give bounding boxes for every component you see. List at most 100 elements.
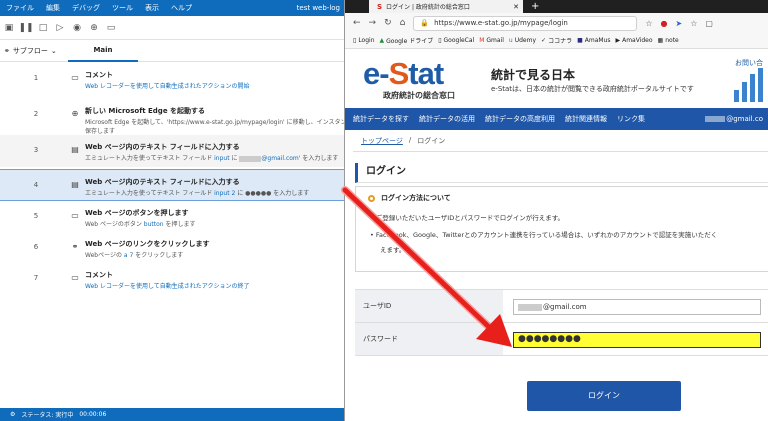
action-step-selected[interactable]: 4 ▤ Web ページ内のテキスト フィールドに入力する エミュレート入力を使っ… xyxy=(0,169,344,201)
login-button[interactable]: ログイン xyxy=(527,381,681,411)
menu-file[interactable]: ファイル xyxy=(0,3,40,13)
home-icon[interactable]: ⌂ xyxy=(400,18,406,28)
edge-browser-window: S ログイン | 政府統計の総合窓口 ✕ + ← → ↻ ⌂ 🔒 https:/… xyxy=(344,0,768,421)
bookmark-gmail[interactable]: M Gmail xyxy=(479,37,504,44)
step-number: 2 xyxy=(33,110,39,118)
info-bullet-1: • ご登録いただいたユーザIDとパスワードでログインが行えます。 xyxy=(370,214,565,222)
save-icon[interactable]: ▣ xyxy=(4,23,14,33)
subflow-dropdown[interactable]: ⚭ サブフロー ⌄ xyxy=(0,46,66,56)
password-field[interactable]: ●●●●●●●● xyxy=(513,332,761,348)
breadcrumb-separator: / xyxy=(408,136,412,144)
stop-icon[interactable]: □ xyxy=(38,23,48,33)
extension-icon[interactable]: ➤ xyxy=(676,19,683,28)
menu-tools[interactable]: ツール xyxy=(106,3,139,13)
status-bar: ⚙ ステータス: 実行中 00:00:06 xyxy=(0,408,344,421)
step-title: コメント xyxy=(85,71,113,79)
favorites-icon[interactable]: ☆ xyxy=(690,19,697,28)
nav-item-search-data[interactable]: 統計データを探す xyxy=(353,114,409,124)
textfield-icon: ▤ xyxy=(71,180,79,189)
collections-icon[interactable]: ▢ xyxy=(705,19,713,28)
subflow-label: サブフロー xyxy=(12,46,48,55)
pause-icon[interactable]: ❚❚ xyxy=(18,23,33,33)
forward-icon[interactable]: → xyxy=(369,18,377,28)
contact-link[interactable]: お問い合 xyxy=(735,58,763,68)
nav-item-related[interactable]: 統計関連情報 xyxy=(565,114,607,124)
bookmark-amavideo[interactable]: ▶ AmaVideo xyxy=(615,37,652,44)
bookmark-udemy[interactable]: u Udemy xyxy=(509,37,536,44)
bookmark-coconala[interactable]: ✓ ココナラ xyxy=(541,36,572,45)
step-icon[interactable]: ▷ xyxy=(55,23,65,33)
step-title: Web ページのボタンを押します xyxy=(85,209,189,217)
nav-user-account[interactable]: @gmail.co xyxy=(705,115,768,123)
comment-icon: ▭ xyxy=(71,73,79,82)
menu-view[interactable]: 表示 xyxy=(139,3,165,13)
tab-main[interactable]: Main xyxy=(68,40,138,62)
breadcrumb: トップページ / ログイン xyxy=(361,136,445,146)
action-step[interactable]: 7 ▭ コメント Web レコーダーを使用して自動生成されたアクションの終了 xyxy=(0,263,344,295)
estat-logo[interactable]: e-Stat 政府統計の総合窓口 xyxy=(363,58,473,104)
bookmark-amamus[interactable]: ■ AmaMus xyxy=(577,37,610,44)
action-step[interactable]: 5 ▭ Web ページのボタンを押します Web ページのボタン button … xyxy=(0,201,344,233)
coconala-icon: ✓ xyxy=(541,37,547,44)
gmail-icon: M xyxy=(479,37,485,44)
power-automate-window: ファイル 編集 デバッグ ツール 表示 ヘルプ test web-log ▣ ❚… xyxy=(0,0,359,421)
bookmark-google-drive[interactable]: ▲ Google ドライブ xyxy=(380,36,434,45)
step-number: 4 xyxy=(33,181,39,189)
action-step[interactable]: 6 ⚭ Web ページのリンクをクリックします Webページの a 7 をクリッ… xyxy=(0,232,344,264)
nav-item-advanced[interactable]: 統計データの高度利用 xyxy=(485,114,555,124)
nav-item-use-data[interactable]: 統計データの活用 xyxy=(419,114,475,124)
circle-bullet-icon xyxy=(368,194,375,202)
bookmark-login[interactable]: ▯ Login xyxy=(353,37,375,44)
step-description-cont: 保存します xyxy=(85,128,116,135)
nav-item-links[interactable]: リンク集 xyxy=(617,114,645,124)
pinterest-icon[interactable]: ● xyxy=(661,19,668,28)
comment-icon: ▭ xyxy=(71,273,79,282)
web-recorder-icon[interactable]: ⊕ xyxy=(89,23,99,33)
step-title: Web ページ内のテキスト フィールドに入力する xyxy=(85,178,240,186)
menu-debug[interactable]: デバッグ xyxy=(66,3,106,13)
menu-help[interactable]: ヘルプ xyxy=(165,3,198,13)
textfield-icon: ▤ xyxy=(71,145,79,154)
step-number: 5 xyxy=(33,212,39,220)
step-description: Web レコーダーを使用して自動生成されたアクションの終了 xyxy=(85,283,250,290)
step-title: コメント xyxy=(85,271,113,279)
menu-edit[interactable]: 編集 xyxy=(40,3,66,13)
page-title: ログイン xyxy=(355,163,768,183)
bookmark-note[interactable]: ▦ note xyxy=(658,37,679,44)
userid-field[interactable]: @gmail.com xyxy=(513,299,761,315)
bookmark-googlecal[interactable]: ▯ GoogleCal xyxy=(438,37,474,44)
refresh-icon[interactable]: ↻ xyxy=(384,18,392,28)
url-field[interactable]: 🔒 https://www.e-stat.go.jp/mypage/login xyxy=(413,15,638,31)
chevron-down-icon: ⌄ xyxy=(50,46,57,55)
drive-icon: ▲ xyxy=(379,37,385,44)
tab-title: ログイン | 政府統計の総合窓口 xyxy=(386,4,470,11)
site-title: 統計で見る日本 xyxy=(491,68,576,82)
breadcrumb-top-link[interactable]: トップページ xyxy=(361,136,403,146)
userid-label: ユーザID xyxy=(355,290,503,322)
action-step[interactable]: 2 ⊕ 新しい Microsoft Edge を起動する Microsoft E… xyxy=(0,99,359,135)
menu-bar: ファイル 編集 デバッグ ツール 表示 ヘルプ test web-log xyxy=(0,0,344,16)
new-tab-icon[interactable]: + xyxy=(531,1,539,12)
step-number: 1 xyxy=(33,74,39,82)
password-label: パスワード xyxy=(355,323,503,355)
udemy-icon: u xyxy=(508,37,513,44)
window-title: test web-log xyxy=(296,4,340,12)
back-icon[interactable]: ← xyxy=(353,18,361,28)
record-icon[interactable]: ◉ xyxy=(72,23,82,33)
action-step[interactable]: 1 ▭ コメント Web レコーダーを使用して自動生成されたアクションの開始 xyxy=(0,63,344,95)
step-description: エミュレート入力を使ってテキスト フィールド input 2 に ●●●●● を… xyxy=(85,190,310,197)
step-description: Web ページのボタン button を押します xyxy=(85,221,196,228)
desktop-recorder-icon[interactable]: ▭ xyxy=(106,23,116,33)
close-icon[interactable]: ✕ xyxy=(513,3,519,11)
flow-tabs: ⚭ サブフロー ⌄ Main xyxy=(0,40,344,62)
step-title: Web ページのリンクをクリックします xyxy=(85,240,210,248)
browser-tab[interactable]: S ログイン | 政府統計の総合窓口 ✕ xyxy=(369,0,523,13)
note-icon: ▦ xyxy=(657,37,664,44)
bookmarks-bar: ▯ Login ▲ Google ドライブ ▯ GoogleCal M Gmail uU… xyxy=(345,33,768,49)
step-title: 新しい Microsoft Edge を起動する xyxy=(85,107,206,115)
action-step[interactable]: 3 ▤ Web ページ内のテキスト フィールドに入力する エミュレート入力を使っ… xyxy=(0,135,344,167)
elapsed-time: 00:00:06 xyxy=(79,411,107,418)
userid-row: ユーザID @gmail.com xyxy=(355,290,768,323)
favorite-star-icon[interactable]: ☆ xyxy=(645,19,652,28)
step-number: 7 xyxy=(33,274,39,282)
